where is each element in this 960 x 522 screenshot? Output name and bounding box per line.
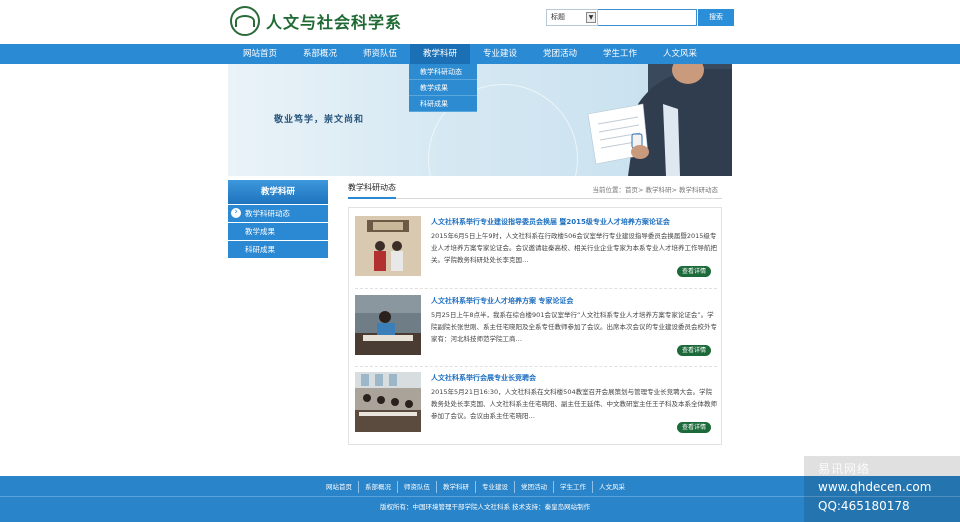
nav-item-overview[interactable]: 系部概况 bbox=[290, 44, 350, 64]
nav-dropdown-teaching-research: 教学科研动态 教学成果 科研成果 bbox=[409, 64, 477, 112]
sidebar-item-research-news[interactable]: 教学科研动态 bbox=[228, 204, 328, 222]
main-nav: 网站首页 系部概况 师资队伍 教学科研 专业建设 党团活动 学生工作 人文风采 bbox=[0, 44, 960, 64]
sidebar-title: 教学科研 bbox=[228, 180, 328, 204]
watermark-brand: 易讯网络 bbox=[818, 462, 871, 476]
list-item: 人文社科系举行会展专业长竞聘会 2015年5月21日16:30，人文社科系在文科… bbox=[355, 369, 717, 437]
footer-link-faculty[interactable]: 师资队伍 bbox=[398, 481, 437, 493]
divider bbox=[355, 366, 717, 367]
businessman-reading-illustration bbox=[587, 64, 732, 176]
article-summary: 2015年5月21日16:30，人文社科系在文科楼504教室召开会展策划与管理专… bbox=[431, 388, 717, 420]
footer-link-culture[interactable]: 人文风采 bbox=[593, 481, 631, 493]
nav-item-majors[interactable]: 专业建设 bbox=[470, 44, 530, 64]
site-logo[interactable]: 人文与社会科学系 bbox=[230, 6, 402, 36]
content-area: 教学科研动态 当前位置：首页> 教学科研> 教学科研动态 bbox=[348, 182, 722, 199]
footer-link-home[interactable]: 网站首页 bbox=[320, 481, 359, 493]
view-details-button[interactable]: 查看详情 bbox=[677, 266, 711, 277]
footer-link-overview[interactable]: 系部概况 bbox=[359, 481, 398, 493]
search-input[interactable] bbox=[598, 9, 697, 26]
nav-item-faculty[interactable]: 师资队伍 bbox=[350, 44, 410, 64]
watermark-url: www.qhdecen.com bbox=[818, 480, 932, 494]
dropdown-item-teaching-results[interactable]: 教学成果 bbox=[409, 80, 477, 96]
sidebar-item-research-results[interactable]: 科研成果 bbox=[228, 240, 328, 258]
nav-item-home[interactable]: 网站首页 bbox=[230, 44, 290, 64]
site-header: 人文与社会科学系 标题 ▼ 搜索 bbox=[0, 0, 960, 44]
list-item: 人文社科系举行专业人才培养方案 专家论证会 5月25日上午8点半，我系在综合楼9… bbox=[355, 292, 717, 360]
search-type-value: 标题 bbox=[551, 13, 565, 21]
nav-item-student-work[interactable]: 学生工作 bbox=[590, 44, 650, 64]
watermark: 易讯网络 www.qhdecen.com QQ:465180178 bbox=[804, 456, 960, 522]
footer-link-student-work[interactable]: 学生工作 bbox=[554, 481, 593, 493]
nav-item-teaching-research[interactable]: 教学科研 bbox=[410, 44, 470, 64]
dropdown-item-research-news[interactable]: 教学科研动态 bbox=[409, 64, 477, 80]
college-emblem-icon bbox=[230, 6, 260, 36]
breadcrumb: 当前位置：首页> 教学科研> 教学科研动态 bbox=[592, 186, 718, 194]
article-title[interactable]: 人文社科系举行专业建设指导委员会换届 暨2015级专业人才培养方案论证会 bbox=[431, 217, 670, 227]
search-button[interactable]: 搜索 bbox=[698, 9, 734, 26]
footer-link-party-activities[interactable]: 党团活动 bbox=[515, 481, 554, 493]
chevron-down-icon[interactable]: ▼ bbox=[586, 12, 596, 23]
article-title[interactable]: 人文社科系举行会展专业长竞聘会 bbox=[431, 373, 536, 383]
article-thumbnail[interactable] bbox=[355, 372, 421, 432]
divider bbox=[355, 288, 717, 289]
article-summary: 5月25日上午8点半，我系在综合楼901会议室举行“人文社科系专业人才培养方案专… bbox=[431, 311, 717, 343]
footer-nav: 网站首页 系部概况 师资队伍 教学科研 专业建设 党团活动 学生工作 人文风采 bbox=[320, 481, 631, 493]
sidebar: 教学科研 教学科研动态 教学成果 科研成果 bbox=[228, 180, 328, 258]
article-thumbnail[interactable] bbox=[355, 216, 421, 276]
sidebar-item-teaching-results[interactable]: 教学成果 bbox=[228, 222, 328, 240]
nav-item-culture[interactable]: 人文风采 bbox=[650, 44, 710, 64]
article-thumbnail[interactable] bbox=[355, 295, 421, 355]
article-list: 人文社科系举行专业建设指导委员会换届 暨2015级专业人才培养方案论证会 201… bbox=[348, 207, 722, 445]
copyright-text: 版权所有：中国环境管理干部学院人文社科系 技术支持：秦皇岛网站制作 bbox=[380, 503, 591, 511]
article-title[interactable]: 人文社科系举行专业人才培养方案 专家论证会 bbox=[431, 296, 573, 306]
content-header: 教学科研动态 当前位置：首页> 教学科研> 教学科研动态 bbox=[348, 182, 722, 199]
banner: 敬业笃学，崇文尚和 bbox=[228, 64, 732, 176]
watermark-qq: QQ:465180178 bbox=[818, 499, 910, 513]
banner-slogan: 敬业笃学，崇文尚和 bbox=[274, 115, 365, 125]
dropdown-item-research-results[interactable]: 科研成果 bbox=[409, 96, 477, 112]
search-bar: 标题 ▼ 搜索 bbox=[546, 9, 734, 26]
page-title: 教学科研动态 bbox=[348, 182, 396, 199]
view-details-button[interactable]: 查看详情 bbox=[677, 422, 711, 433]
view-details-button[interactable]: 查看详情 bbox=[677, 345, 711, 356]
article-summary: 2015年6月5日上午9时，人文社科系在行政楼506会议室举行专业建设指导委员会… bbox=[431, 232, 717, 264]
logo-text: 人文与社会科学系 bbox=[266, 13, 403, 32]
search-type-select[interactable]: 标题 ▼ bbox=[546, 9, 598, 26]
list-item: 人文社科系举行专业建设指导委员会换届 暨2015级专业人才培养方案论证会 201… bbox=[355, 213, 717, 281]
nav-item-party-activities[interactable]: 党团活动 bbox=[530, 44, 590, 64]
footer-link-majors[interactable]: 专业建设 bbox=[476, 481, 515, 493]
footer-link-teaching-research[interactable]: 教学科研 bbox=[437, 481, 476, 493]
